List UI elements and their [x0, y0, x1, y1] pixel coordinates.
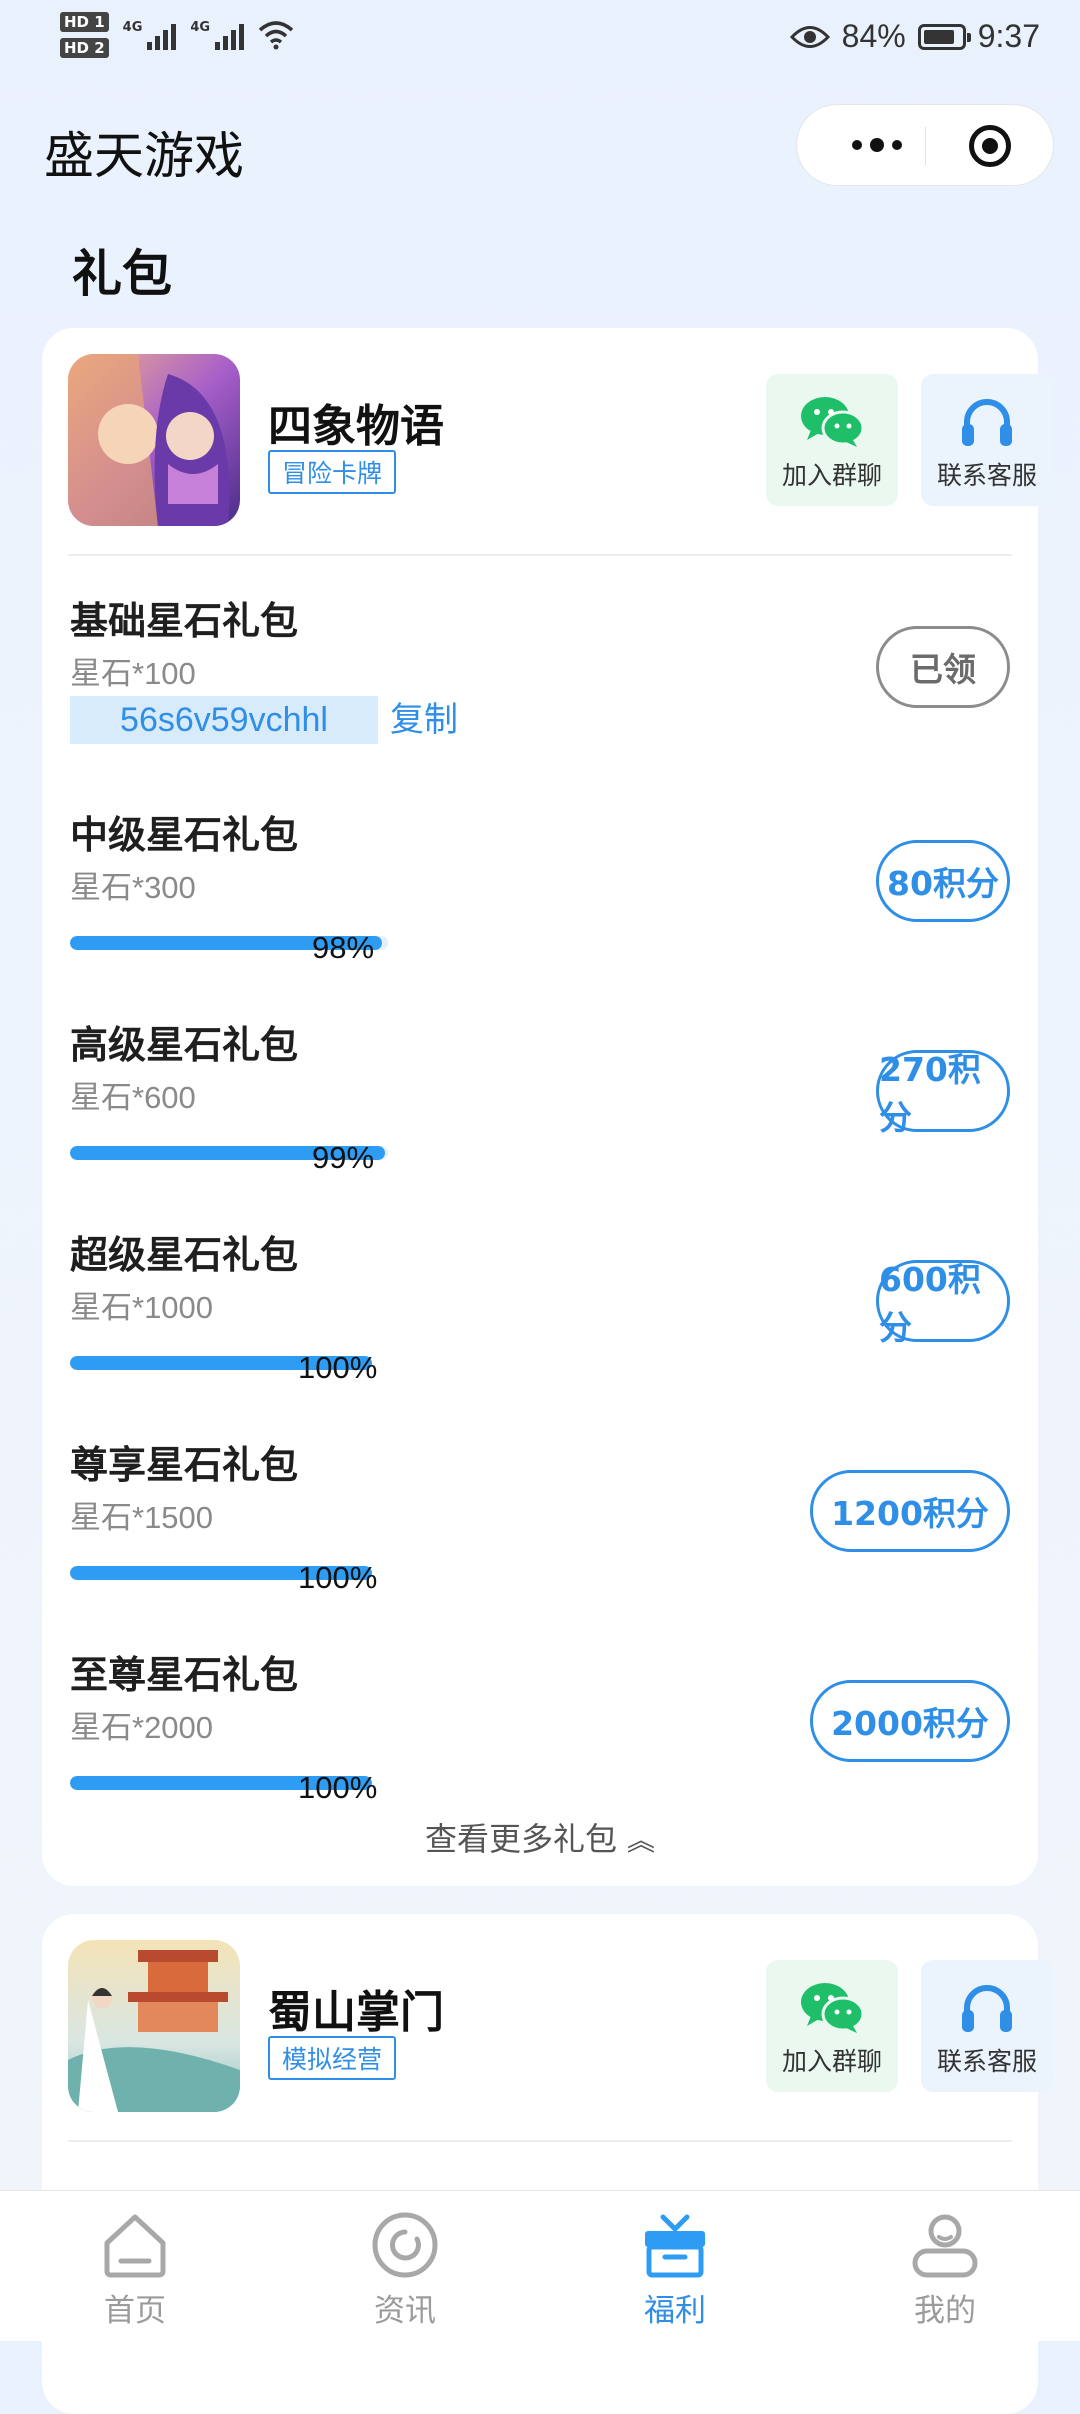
wechat-icon: [801, 397, 865, 447]
join-group-button[interactable]: 加入群聊: [766, 374, 898, 506]
gift-name: 中级星石礼包: [70, 813, 299, 857]
contact-service-label: 联系客服: [936, 2047, 1037, 2076]
close-mini-program-icon[interactable]: [969, 125, 1011, 167]
signal-icon: 4G: [123, 20, 177, 50]
gift-code: 56s6v59vchhl: [70, 696, 378, 744]
join-group-label: 加入群聊: [781, 2047, 882, 2076]
game-icon[interactable]: [68, 354, 240, 526]
gift-name: 基础星石礼包: [70, 599, 299, 643]
wifi-icon: [258, 21, 294, 50]
game-header: 四象物语 冒险卡牌 加入群聊 联系客服: [68, 354, 1053, 526]
game-icon[interactable]: [68, 1940, 240, 2112]
battery-icon: [917, 23, 971, 50]
gift-progress-text: 99%: [312, 1140, 375, 1175]
network-type-2: 4G: [190, 20, 211, 35]
redeem-button[interactable]: 80积分: [876, 840, 1010, 922]
section-title: 礼包: [72, 245, 172, 303]
status-bar: HD 1 HD 2 4G 4G 84% 9:37: [0, 0, 1080, 80]
sim-indicators: HD 1 HD 2: [60, 12, 109, 58]
game-name: 蜀山掌门: [268, 1987, 444, 2038]
status-left: HD 1 HD 2 4G 4G: [60, 12, 294, 58]
gift-desc: 星石*1000: [70, 1290, 214, 1325]
nav-label: 首页: [104, 2293, 166, 2329]
profile-icon: [912, 2214, 978, 2278]
divider: [68, 2140, 1012, 2142]
nav-label: 资讯: [374, 2293, 436, 2329]
nav-label: 我的: [914, 2293, 976, 2329]
nav-news[interactable]: 资讯: [315, 2191, 495, 2341]
contact-service-button[interactable]: 联系客服: [921, 1960, 1053, 2092]
clock: 9:37: [977, 18, 1040, 54]
gift-item: 至尊星石礼包 星石*2000 100% 2000积分: [70, 1644, 1010, 1824]
game-card: 四象物语 冒险卡牌 加入群聊 联系客服 基础星石礼包 星石*100 56s6v5…: [42, 328, 1053, 1886]
nav-label: 福利: [644, 2293, 706, 2329]
more-options-button[interactable]: [827, 105, 927, 185]
redeem-button[interactable]: 600积分: [876, 1260, 1010, 1347]
claimed-button[interactable]: 已领: [876, 626, 1010, 708]
status-right: 84% 9:37: [789, 18, 1040, 55]
join-group-button[interactable]: 加入群聊: [766, 1960, 898, 2092]
contact-service-button[interactable]: 联系客服: [921, 374, 1053, 506]
gift-name: 尊享星石礼包: [70, 1443, 299, 1487]
nav-home[interactable]: 首页: [45, 2191, 225, 2341]
sim2-badge: HD 2: [60, 38, 109, 58]
more-dot-icon: [870, 138, 884, 152]
game-genre-tag: 模拟经营: [268, 2036, 397, 2080]
home-icon: [104, 2214, 166, 2278]
gift-desc: 星石*1500: [70, 1500, 214, 1535]
divider: [68, 554, 1012, 556]
redeem-button[interactable]: 270积分: [876, 1050, 1010, 1137]
bottom-nav: 首页 资讯 福利 我的: [0, 2190, 1080, 2341]
gift-item: 尊享星石礼包 星石*1500 100% 1200积分: [70, 1434, 1010, 1614]
game-genre-tag: 冒险卡牌: [268, 450, 397, 494]
gift-desc: 星石*300: [70, 870, 196, 905]
game-name: 四象物语: [268, 401, 444, 452]
gift-name: 超级星石礼包: [70, 1233, 299, 1277]
copy-code-button[interactable]: 复制: [390, 696, 458, 744]
battery-percent: 84%: [841, 18, 906, 54]
game-header: 蜀山掌门 模拟经营 加入群聊 联系客服: [68, 1940, 1053, 2112]
view-more-label: 查看更多礼包: [424, 1820, 617, 1858]
gift-icon: [645, 2214, 705, 2278]
nav-profile[interactable]: 我的: [855, 2191, 1035, 2341]
gift-item: 基础星石礼包 星石*100 56s6v59vchhl 复制 已领: [70, 590, 1010, 770]
gift-item: 超级星石礼包 星石*1000 100% 600积分: [70, 1224, 1010, 1404]
headset-icon: [962, 1985, 1012, 2032]
gift-name: 至尊星石礼包: [70, 1653, 299, 1697]
contact-service-label: 联系客服: [936, 461, 1037, 490]
app-title: 盛天游戏: [44, 127, 244, 185]
gift-progress-text: 100%: [298, 1560, 378, 1595]
wechat-icon: [801, 1983, 865, 2033]
network-type: 4G: [122, 20, 143, 35]
gift-desc: 星石*2000: [70, 1710, 214, 1745]
headset-icon: [962, 399, 1012, 446]
sim1-badge: HD 1: [60, 12, 109, 32]
capsule-divider: [925, 127, 926, 165]
gift-desc: 星石*100: [70, 656, 196, 691]
news-icon: [372, 2212, 438, 2278]
join-group-label: 加入群聊: [781, 461, 882, 490]
redeem-button[interactable]: 2000积分: [810, 1680, 1010, 1762]
gift-name: 高级星石礼包: [70, 1023, 299, 1067]
gift-item: 中级星石礼包 星石*300 98% 80积分: [70, 804, 1010, 984]
more-dot-icon: [892, 140, 902, 150]
more-dot-icon: [852, 140, 862, 150]
gift-item: 高级星石礼包 星石*600 99% 270积分: [70, 1014, 1010, 1194]
gift-progress-text: 98%: [312, 930, 375, 965]
redeem-button[interactable]: 1200积分: [810, 1470, 1010, 1552]
eye-icon: [789, 25, 830, 48]
mini-program-capsule: [796, 104, 1054, 186]
chevron-up-icon: ︽: [627, 1824, 656, 1857]
signal-icon-2: 4G: [190, 20, 245, 50]
gift-desc: 星石*600: [70, 1080, 196, 1115]
view-more-gifts-link[interactable]: 查看更多礼包 ︽: [42, 1814, 1038, 1860]
gift-progress-text: 100%: [298, 1770, 378, 1805]
gift-progress-text: 100%: [298, 1350, 378, 1385]
nav-welfare[interactable]: 福利: [585, 2191, 765, 2341]
